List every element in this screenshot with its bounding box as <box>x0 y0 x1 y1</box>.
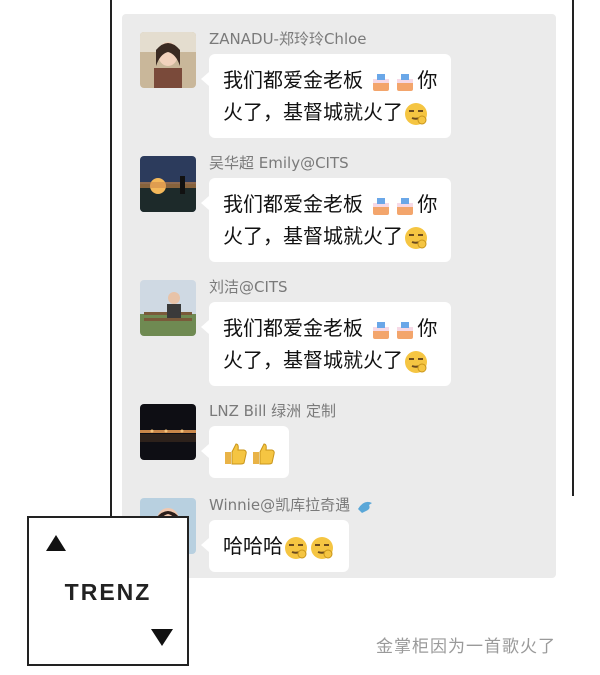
night-lake-avatar-icon <box>140 404 196 460</box>
bubble-text-tail: 你 <box>417 192 438 216</box>
sender-name: Winnie@凯库拉奇遇 <box>209 494 375 515</box>
cake-emoji-icon <box>397 321 414 339</box>
bubble-text-tail: 你 <box>417 316 438 340</box>
message-bubble[interactable]: 哈哈哈 <box>201 520 349 572</box>
avatar-1[interactable] <box>140 32 196 88</box>
sender-text: Winnie@凯库拉奇遇 <box>209 496 351 514</box>
frame-right-line <box>572 0 574 496</box>
trenz-logo-box: TRENZ <box>27 516 189 666</box>
avatar-3[interactable] <box>140 280 196 336</box>
smirk-emoji-icon <box>405 226 427 249</box>
smirk-emoji-icon <box>405 350 427 373</box>
sunset-avatar-icon <box>140 156 196 212</box>
trenz-logo-text: TRENZ <box>64 579 152 605</box>
bubble-text: 我们都爱金老板 <box>223 316 363 340</box>
message-1: ZANADU-郑玲玲Chloe 我们都爱金老板 你 火了，基督城就火了 <box>140 16 540 146</box>
bubble-text-line2: 火了，基督城就火了 <box>223 348 403 372</box>
cake-emoji-icon <box>397 73 414 91</box>
triangle-down-icon <box>151 629 173 646</box>
bubble-text-tail: 你 <box>417 68 438 92</box>
cake-emoji-icon <box>373 197 390 215</box>
bubble-text-line2: 火了，基督城就火了 <box>223 100 403 124</box>
message-4: LNZ Bill 绿洲 定制 <box>140 388 540 488</box>
woman-avatar-icon <box>140 32 196 88</box>
message-5: Winnie@凯库拉奇遇 哈哈哈 <box>140 482 540 582</box>
dolphin-icon <box>357 501 372 513</box>
bubble-text: 哈哈哈 <box>223 534 283 558</box>
cake-emoji-icon <box>373 73 390 91</box>
smirk-emoji-icon <box>311 536 333 559</box>
image-caption: 金掌柜因为一首歌火了 <box>376 637 556 657</box>
sender-name: LNZ Bill 绿洲 定制 <box>209 402 336 420</box>
person-fence-avatar-icon <box>140 280 196 336</box>
message-bubble[interactable]: 我们都爱金老板 你 火了，基督城就火了 <box>200 54 452 138</box>
message-bubble[interactable]: 我们都爱金老板 你 火了，基督城就火了 <box>200 178 452 262</box>
sender-name: ZANADU-郑玲玲Chloe <box>209 30 367 48</box>
message-bubble[interactable]: 我们都爱金老板 你 火了，基督城就火了 <box>200 302 452 386</box>
avatar-2[interactable] <box>140 156 196 212</box>
bubble-text: 我们都爱金老板 <box>223 192 363 216</box>
smirk-emoji-icon <box>405 102 427 125</box>
cake-emoji-icon <box>397 197 414 215</box>
thumbs-up-icon <box>253 442 275 464</box>
bubble-text: 我们都爱金老板 <box>223 68 363 92</box>
cake-emoji-icon <box>373 321 390 339</box>
avatar-4[interactable] <box>140 404 196 460</box>
message-bubble[interactable] <box>201 426 289 478</box>
sender-name: 刘洁@CITS <box>209 278 288 296</box>
frame-left-line <box>110 0 112 516</box>
sender-name: 吴华超 Emily@CITS <box>209 154 349 172</box>
message-2: 吴华超 Emily@CITS 我们都爱金老板 你 火了，基督城就火了 <box>140 140 540 270</box>
message-3: 刘洁@CITS 我们都爱金老板 你 火了，基督城就火了 <box>140 264 540 394</box>
thumbs-up-icon <box>225 442 247 464</box>
triangle-up-icon <box>46 535 66 551</box>
smirk-emoji-icon <box>285 536 307 559</box>
bubble-text-line2: 火了，基督城就火了 <box>223 224 403 248</box>
